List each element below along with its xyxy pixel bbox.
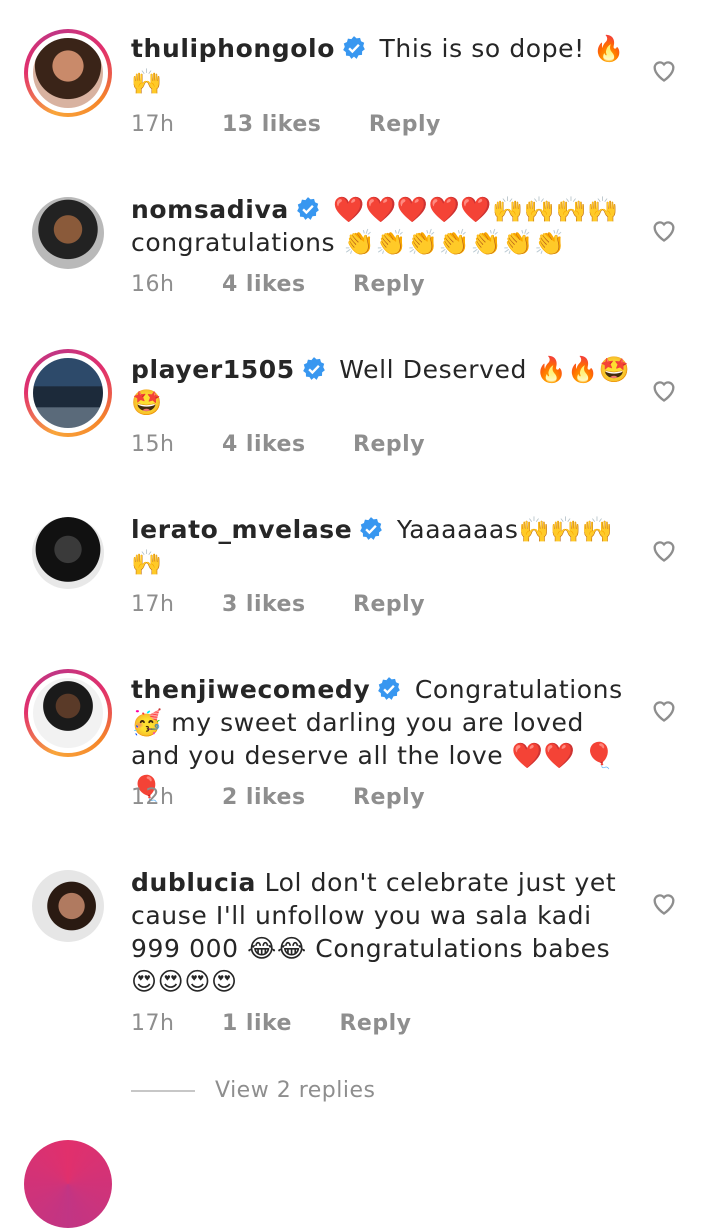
heart-icon[interactable] [650, 377, 678, 403]
heart-icon[interactable] [650, 697, 678, 723]
timestamp: 17h [131, 592, 175, 617]
avatar[interactable] [24, 509, 112, 597]
comment-meta: 17h 3 likes Reply [131, 592, 465, 617]
avatar[interactable] [24, 669, 112, 757]
avatar[interactable] [24, 862, 112, 950]
comment-text-block: dublucia Lol don't celebrate just yet ca… [131, 866, 631, 998]
timestamp: 17h [131, 1011, 175, 1036]
likes-count[interactable]: 13 likes [222, 112, 321, 137]
verified-badge-icon [343, 36, 365, 59]
username[interactable]: dublucia [131, 868, 256, 897]
username[interactable]: nomsadiva [131, 195, 289, 224]
view-replies-link[interactable]: View 2 replies [131, 1078, 375, 1108]
timestamp: 12h [131, 785, 175, 810]
comment-text-block: nomsadiva ❤️❤️❤️❤️❤️🙌🙌🙌🙌 congratulations… [131, 193, 631, 259]
likes-count[interactable]: 1 like [222, 1011, 292, 1036]
heart-icon[interactable] [650, 890, 678, 916]
username[interactable]: lerato_mvelase [131, 515, 352, 544]
verified-badge-icon [296, 197, 319, 220]
likes-count[interactable]: 2 likes [222, 785, 306, 810]
verified-badge-icon [378, 677, 401, 700]
username[interactable]: thuliphongolo [131, 34, 335, 63]
comment-meta: 15h 4 likes Reply [131, 432, 465, 457]
username[interactable]: player1505 [131, 355, 295, 384]
verified-badge-icon [360, 517, 383, 540]
reply-button[interactable]: Reply [353, 785, 425, 810]
reply-button[interactable]: Reply [353, 272, 425, 297]
timestamp: 15h [131, 432, 175, 457]
reply-button[interactable]: Reply [339, 1011, 411, 1036]
heart-icon[interactable] [650, 217, 678, 243]
divider-line [131, 1090, 195, 1092]
likes-count[interactable]: 3 likes [222, 592, 306, 617]
comment-text-block: thuliphongolo This is so dope! 🔥🙌 [131, 32, 631, 98]
username[interactable]: thenjiwecomedy [131, 675, 370, 704]
comment-text-block: player1505 Well Deserved 🔥🔥🤩🤩 [131, 353, 631, 419]
comment-meta: 17h 13 likes Reply [131, 112, 481, 137]
view-replies-label: View 2 replies [215, 1078, 376, 1103]
avatar[interactable] [24, 189, 112, 277]
comment-meta: 12h 2 likes Reply [131, 785, 465, 810]
comment-meta: 17h 1 like Reply [131, 1011, 451, 1036]
comment-meta: 16h 4 likes Reply [131, 272, 465, 297]
verified-badge-icon [302, 357, 325, 380]
heart-icon[interactable] [650, 537, 678, 563]
timestamp: 16h [131, 272, 175, 297]
likes-count[interactable]: 4 likes [222, 272, 306, 297]
timestamp: 17h [131, 112, 175, 137]
reply-button[interactable]: Reply [369, 112, 441, 137]
likes-count[interactable]: 4 likes [222, 432, 306, 457]
avatar[interactable] [24, 29, 112, 117]
heart-icon[interactable] [650, 57, 678, 83]
reply-button[interactable]: Reply [353, 432, 425, 457]
reply-button[interactable]: Reply [353, 592, 425, 617]
avatar[interactable] [24, 1140, 112, 1228]
avatar[interactable] [24, 349, 112, 437]
comment-text-block: lerato_mvelase Yaaaaaas🙌🙌🙌🙌 [131, 513, 631, 579]
